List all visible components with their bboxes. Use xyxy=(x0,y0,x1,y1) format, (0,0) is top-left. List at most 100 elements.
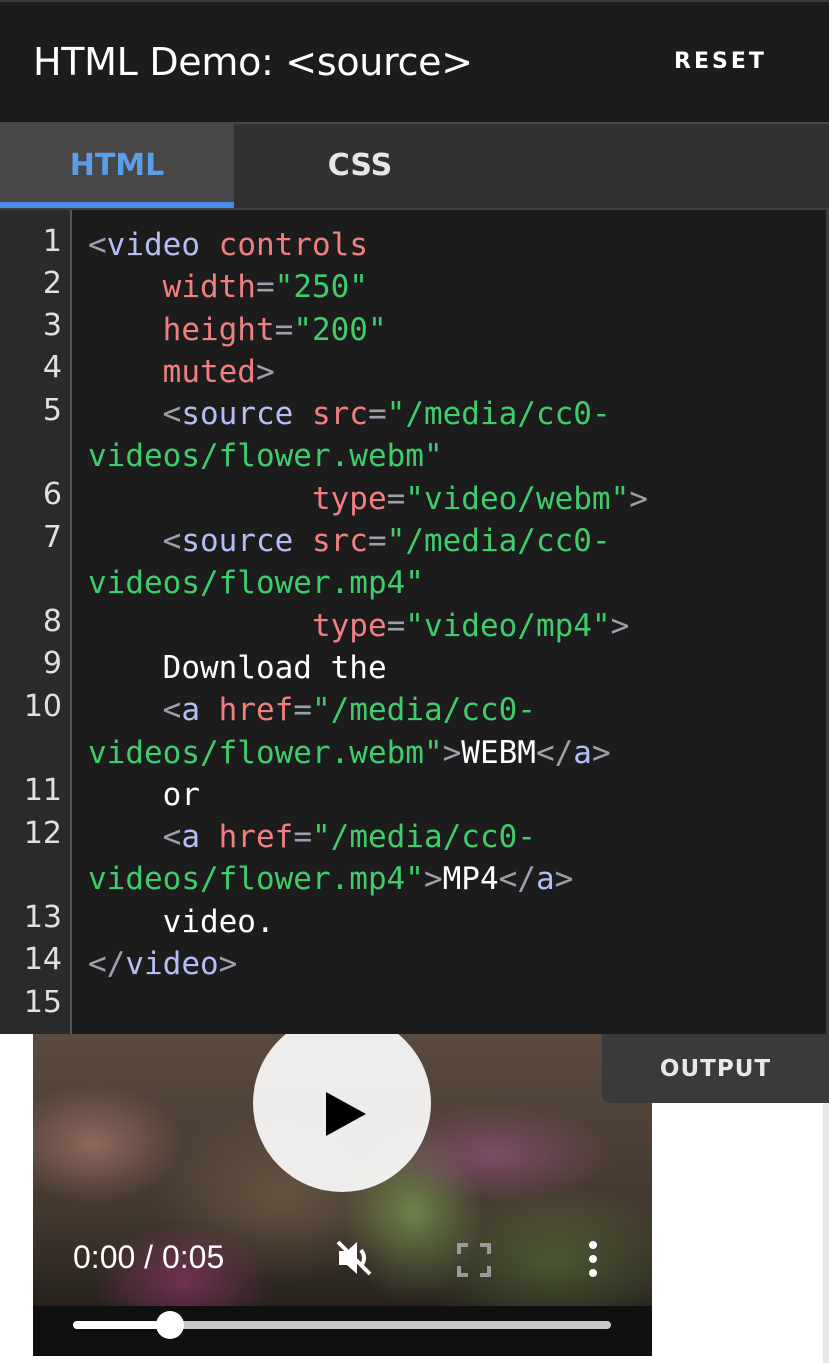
code-token: videos/flower.mp4" xyxy=(88,861,424,898)
fullscreen-icon[interactable] xyxy=(457,1243,491,1277)
seek-thumb[interactable] xyxy=(155,1311,184,1339)
code-token: href xyxy=(218,819,294,856)
code-token: width xyxy=(162,269,256,306)
line-number: 4 xyxy=(42,350,62,385)
line-number: 9 xyxy=(42,646,62,681)
code-token: a xyxy=(573,734,592,771)
code-token: </ xyxy=(535,734,574,771)
code-editor[interactable]: 1 2 3 4 5 6 7 8 9 10 11 12 13 14 15 <vid… xyxy=(0,208,826,1034)
code-token: a xyxy=(181,819,200,856)
code-token: src xyxy=(311,523,368,560)
code-token: = xyxy=(367,396,387,433)
code-line: <source src="/media/cc0- xyxy=(88,520,648,562)
code-line: </video> xyxy=(88,943,648,985)
code-token: or xyxy=(88,776,200,813)
code-token: < xyxy=(88,227,107,263)
code-token: = xyxy=(293,819,312,856)
code-line: <a href="/media/cc0- xyxy=(88,816,648,858)
code-token: videos/flower.webm" xyxy=(88,438,443,475)
code-token: src xyxy=(311,396,368,433)
code-line: type="video/mp4"> xyxy=(88,605,648,647)
code-token: "video/webm" xyxy=(405,480,630,517)
output-edge xyxy=(823,1103,829,1363)
code-token: href xyxy=(218,692,294,729)
reset-button[interactable]: RESET xyxy=(674,49,767,74)
code-token: > xyxy=(610,607,630,644)
code-line: <video controls xyxy=(88,224,648,266)
code-line xyxy=(88,985,648,1027)
code-token: Download the xyxy=(88,649,387,686)
code-token: videos/flower.webm" xyxy=(88,734,443,771)
code-token: </ xyxy=(88,946,126,983)
code-line: video. xyxy=(88,901,648,943)
header: HTML Demo: <source> RESET xyxy=(0,0,829,122)
code-token: "200" xyxy=(293,311,387,348)
video-player[interactable]: 0:00 / 0:05 xyxy=(33,1034,652,1356)
code-token: < xyxy=(162,692,182,729)
code-line: height="200" xyxy=(88,309,648,351)
line-number: 2 xyxy=(42,266,62,301)
line-number: 12 xyxy=(23,816,62,851)
code-line: muted> xyxy=(88,351,648,393)
volume-muted-icon[interactable] xyxy=(333,1237,375,1279)
code-token: > xyxy=(255,353,275,390)
code-token: "250" xyxy=(274,269,368,306)
code-token: source xyxy=(181,396,294,433)
code-token: a xyxy=(181,692,200,729)
output-tab[interactable]: OUTPUT xyxy=(602,1034,829,1103)
line-number: 7 xyxy=(42,520,62,555)
code-token: </ xyxy=(498,861,536,898)
play-icon xyxy=(326,1092,366,1136)
code-token: type xyxy=(311,607,387,644)
code-token: < xyxy=(162,819,182,856)
tab-bar: HTML CSS xyxy=(0,122,829,208)
line-number: 11 xyxy=(23,773,62,808)
tab-html[interactable]: HTML xyxy=(0,124,234,208)
code-token: = xyxy=(255,269,275,306)
line-number: 14 xyxy=(23,942,62,977)
code-token: video xyxy=(106,227,200,263)
time-display: 0:00 / 0:05 xyxy=(73,1239,225,1275)
more-options-icon[interactable] xyxy=(581,1239,605,1279)
control-bar xyxy=(33,1306,652,1356)
play-button[interactable] xyxy=(253,1034,431,1192)
code-token: = xyxy=(386,607,406,644)
code-token: > xyxy=(591,734,611,771)
code-token: = xyxy=(367,523,387,560)
code-token: > xyxy=(629,480,648,517)
tab-css[interactable]: CSS xyxy=(234,124,486,208)
code-line: <source src="/media/cc0- xyxy=(88,393,648,435)
code-token: height xyxy=(162,311,275,348)
code-token: > xyxy=(442,734,462,771)
code-token: videos/flower.mp4" xyxy=(88,565,424,602)
code-token: a xyxy=(535,861,555,898)
code-token: "/media/cc0- xyxy=(386,523,611,560)
code-token: > xyxy=(423,861,443,898)
line-number-gutter: 1 2 3 4 5 6 7 8 9 10 11 12 13 14 15 xyxy=(0,210,72,1034)
code-token: muted xyxy=(162,353,256,390)
code-line: <a href="/media/cc0- xyxy=(88,689,648,731)
code-token: type xyxy=(311,480,387,517)
code-token: > xyxy=(218,946,238,983)
code-line: videos/flower.webm" xyxy=(88,435,648,477)
code-token: = xyxy=(293,692,312,729)
seek-bar[interactable] xyxy=(73,1311,611,1339)
code-token: controls xyxy=(218,227,368,263)
code-content[interactable]: <video controls width="250" height="200"… xyxy=(88,224,648,1028)
code-token: WEBM xyxy=(461,734,536,771)
line-number: 8 xyxy=(42,604,62,639)
code-line: or xyxy=(88,774,648,816)
code-line: videos/flower.webm">WEBM</a> xyxy=(88,732,648,774)
line-number: 13 xyxy=(23,900,62,935)
line-number: 6 xyxy=(42,477,62,512)
